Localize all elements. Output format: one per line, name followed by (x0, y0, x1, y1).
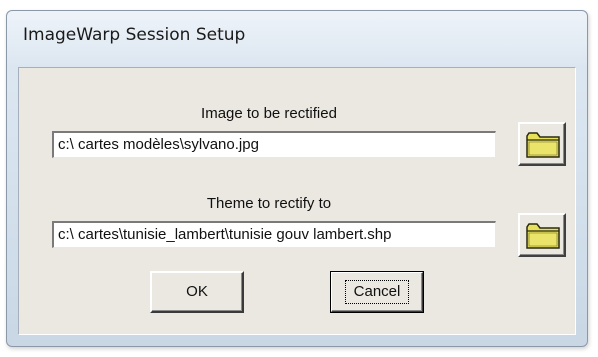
cancel-button-label: Cancel (344, 280, 410, 304)
browse-image-button[interactable] (518, 122, 566, 166)
folder-icon (526, 223, 560, 249)
ok-button[interactable]: OK (150, 271, 244, 313)
theme-path-input[interactable]: c:\ cartes\tunisie_lambert\tunisie gouv … (52, 221, 496, 248)
dialog-client-area: Image to be rectified c:\ cartes modèles… (18, 67, 576, 335)
title-bar[interactable]: ImageWarp Session Setup (7, 11, 587, 65)
browse-theme-button[interactable] (518, 213, 566, 257)
page: ImageWarp Session Setup Image to be rect… (0, 0, 598, 357)
cancel-button[interactable]: Cancel (330, 271, 424, 313)
dialog-window: ImageWarp Session Setup Image to be rect… (6, 10, 588, 347)
image-path-input[interactable]: c:\ cartes modèles\sylvano.jpg (52, 131, 496, 158)
folder-icon (526, 132, 560, 158)
theme-to-rectify-label: Theme to rectify to (206, 195, 332, 212)
window-title: ImageWarp Session Setup (23, 25, 246, 45)
image-to-rectify-label: Image to be rectified (201, 105, 337, 122)
